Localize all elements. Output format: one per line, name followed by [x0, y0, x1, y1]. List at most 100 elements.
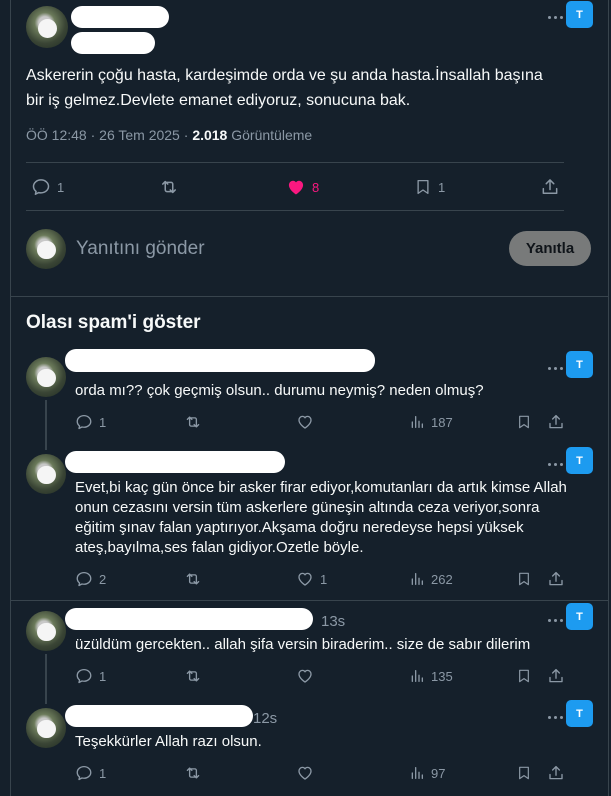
author-handle-redacted — [71, 32, 155, 54]
divider — [26, 162, 564, 163]
reply-count: 1 — [57, 179, 65, 195]
reply-count: 1 — [99, 668, 107, 684]
reply-time[interactable]: 13s — [321, 613, 345, 630]
like-count: 8 — [312, 179, 320, 195]
analytics-icon — [411, 767, 423, 779]
meta-separator: · — [183, 127, 189, 143]
reply-author-redacted — [65, 608, 313, 630]
like-action[interactable] — [296, 764, 320, 782]
reply-icon — [76, 571, 92, 587]
views-count: 2.018 — [192, 127, 228, 143]
views-action[interactable]: 97 — [409, 764, 445, 782]
more-options-icon[interactable] — [544, 361, 566, 375]
reply-text-line: eğitim şınav falan yaptırıyor.Akşama doğ… — [75, 519, 524, 536]
reply-action[interactable]: 1 — [31, 177, 64, 197]
reply-text: üzüldüm gercekten.. allah şifa versin bi… — [75, 635, 580, 655]
bookmark-action[interactable] — [516, 667, 532, 685]
divider — [26, 210, 564, 211]
thread-line — [45, 400, 47, 450]
views-count: 262 — [431, 571, 453, 587]
tweet-time[interactable]: ÖÖ 12:48 — [26, 127, 87, 143]
reply-text-line: Evet,bi kaç gün önce bir asker firar edi… — [75, 479, 567, 496]
views-action[interactable]: 135 — [409, 667, 453, 685]
reply-action[interactable]: 2 — [75, 570, 106, 588]
translate-badge[interactable]: T — [566, 1, 593, 28]
author-avatar[interactable] — [26, 6, 68, 48]
bookmark-action[interactable] — [516, 570, 532, 588]
views-count: 135 — [431, 668, 453, 684]
views-action[interactable]: 187 — [409, 413, 453, 431]
reply-text: Teşekkürler Allah razı olsun. — [75, 732, 580, 752]
reply-action[interactable]: 1 — [75, 413, 106, 431]
heart-icon — [298, 415, 312, 429]
reply-action[interactable]: 1 — [75, 667, 106, 685]
more-options-icon[interactable] — [544, 457, 566, 471]
heart-filled-icon — [288, 180, 304, 195]
bookmark-action[interactable] — [516, 413, 532, 431]
share-action[interactable] — [547, 667, 565, 685]
reply-avatar[interactable] — [26, 708, 66, 748]
repost-icon — [162, 180, 176, 194]
share-action[interactable] — [540, 177, 560, 197]
like-count: 1 — [320, 571, 328, 587]
share-action[interactable] — [547, 413, 565, 431]
tweet-date[interactable]: 26 Tem 2025 — [99, 127, 180, 143]
like-action[interactable]: 1 — [296, 570, 327, 588]
like-action[interactable] — [296, 413, 320, 431]
reply-count: 1 — [99, 414, 107, 430]
reply-icon — [32, 179, 50, 195]
repost-action[interactable] — [183, 764, 203, 782]
reply-icon — [76, 668, 92, 684]
bookmark-action[interactable] — [516, 764, 532, 782]
bookmark-action[interactable]: 1 — [414, 177, 445, 197]
bookmark-count: 1 — [438, 179, 446, 195]
divider — [11, 600, 608, 601]
tweet-meta: ÖÖ 12:48 · 26 Tem 2025 · 2.018 Görüntüle… — [26, 127, 312, 143]
repost-action[interactable] — [183, 570, 203, 588]
reply-input[interactable]: Yanıtını gönder — [76, 238, 205, 260]
like-action[interactable] — [296, 667, 320, 685]
share-icon — [549, 668, 563, 683]
translate-badge[interactable]: T — [566, 351, 593, 378]
share-action[interactable] — [547, 764, 565, 782]
reply-avatar[interactable] — [26, 611, 66, 651]
views-action[interactable]: 262 — [409, 570, 453, 588]
like-action[interactable]: 8 — [286, 177, 319, 197]
repost-action[interactable] — [183, 413, 203, 431]
views-count: 187 — [431, 414, 453, 430]
more-options-icon[interactable] — [544, 10, 566, 24]
reply-time[interactable]: 12s — [253, 710, 277, 727]
share-icon — [549, 571, 563, 586]
repost-action[interactable] — [183, 667, 203, 685]
repost-icon — [186, 767, 200, 779]
analytics-icon — [411, 416, 423, 428]
more-options-icon[interactable] — [544, 710, 566, 724]
more-options-icon[interactable] — [544, 613, 566, 627]
translate-badge[interactable]: T — [566, 603, 593, 630]
reply-text: Evet,bi kaç gün önce bir asker firar edi… — [75, 478, 580, 558]
author-name-redacted — [71, 6, 169, 28]
bookmark-icon — [519, 572, 529, 586]
reply-text-line: üzüldüm gercekten.. allah şifa versin bi… — [75, 636, 531, 653]
conversation-column: T Askererin çoğu hasta, kardeşimde orda … — [10, 0, 609, 796]
reply-icon — [76, 414, 92, 430]
reply-action[interactable]: 1 — [75, 764, 106, 782]
translate-badge[interactable]: T — [566, 700, 593, 727]
translate-badge[interactable]: T — [566, 447, 593, 474]
current-user-avatar[interactable] — [26, 229, 66, 269]
reply-avatar[interactable] — [26, 454, 66, 494]
reply-button[interactable]: Yanıtla — [509, 231, 591, 266]
tweet-text-line: bir iş gelmez.Devlete emanet ediyoruz, s… — [26, 92, 411, 109]
bookmark-icon — [417, 179, 429, 195]
reply-author-redacted — [65, 451, 285, 473]
show-spam-link[interactable]: Olası spam'i göster — [26, 312, 201, 334]
reply-avatar[interactable] — [26, 357, 66, 397]
repost-icon — [186, 573, 200, 585]
repost-action[interactable] — [158, 177, 180, 197]
analytics-icon — [411, 670, 423, 682]
share-action[interactable] — [547, 570, 565, 588]
bookmark-icon — [519, 415, 529, 429]
reply-author-redacted — [65, 705, 253, 727]
thread-line — [45, 654, 47, 704]
views-label: Görüntüleme — [231, 127, 313, 143]
